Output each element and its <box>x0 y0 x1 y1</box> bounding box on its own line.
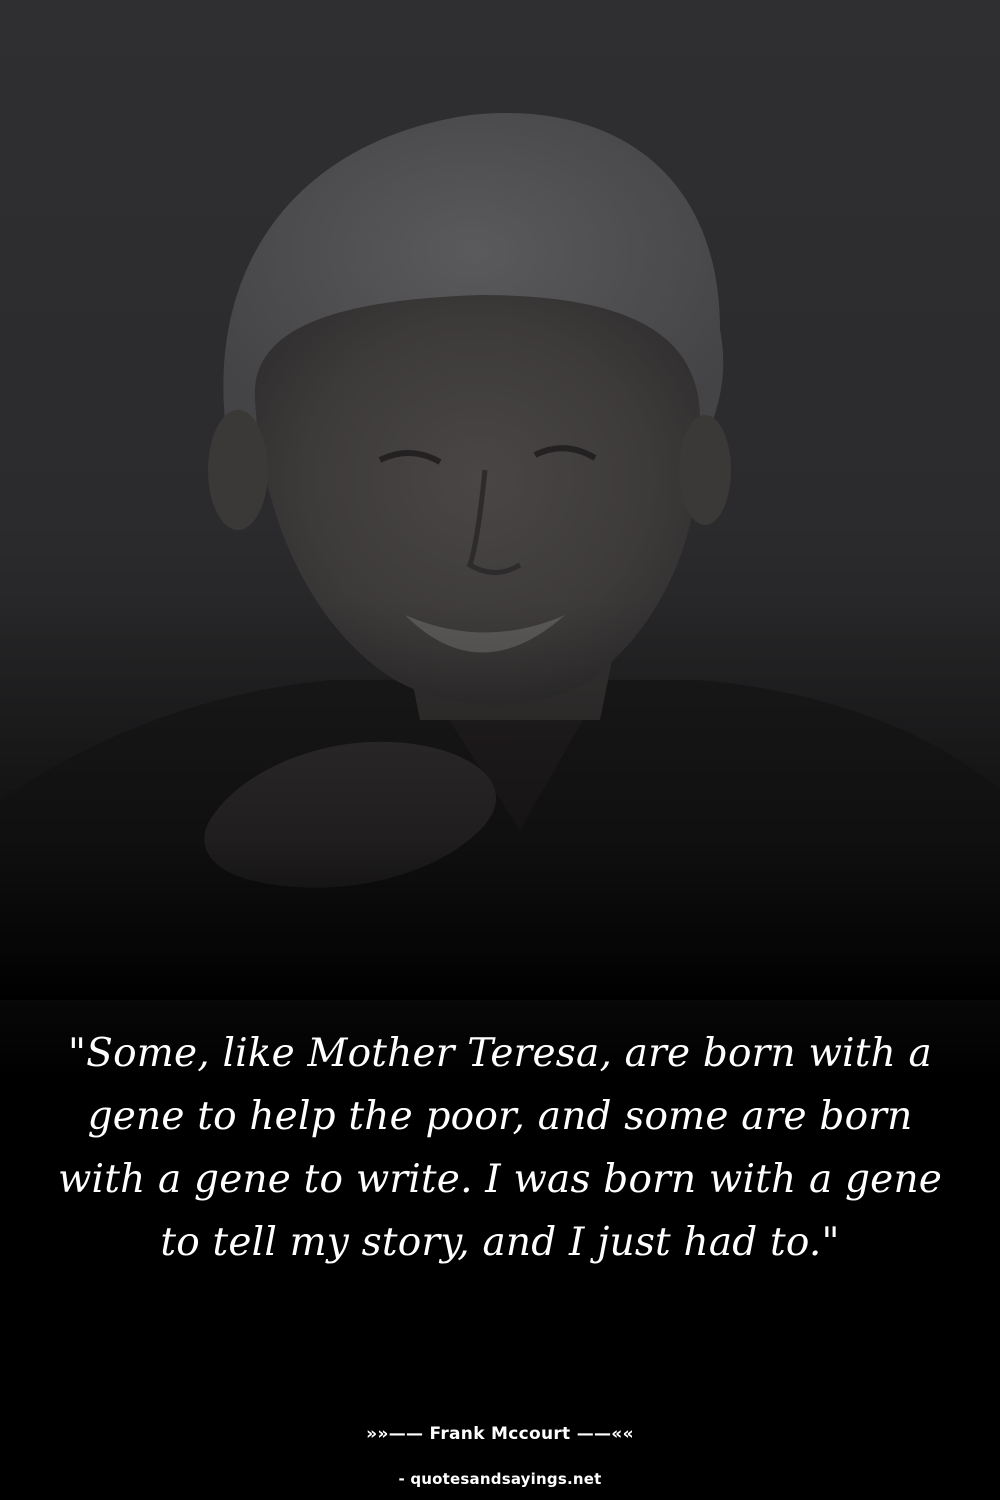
right-ear-shape <box>679 415 731 525</box>
portrait-image <box>0 113 1000 1000</box>
source-link[interactable]: - quotesandsayings.net <box>0 1470 1000 1488</box>
quote-text: "Some, like Mother Teresa, are born with… <box>57 1031 943 1265</box>
author-attribution: »»—— Frank Mccourt ——«« <box>366 1424 634 1444</box>
left-ear-shape <box>208 410 268 530</box>
portrait-fade <box>0 600 1000 1000</box>
quote-poster: "Some, like Mother Teresa, are born with… <box>0 0 1000 1500</box>
